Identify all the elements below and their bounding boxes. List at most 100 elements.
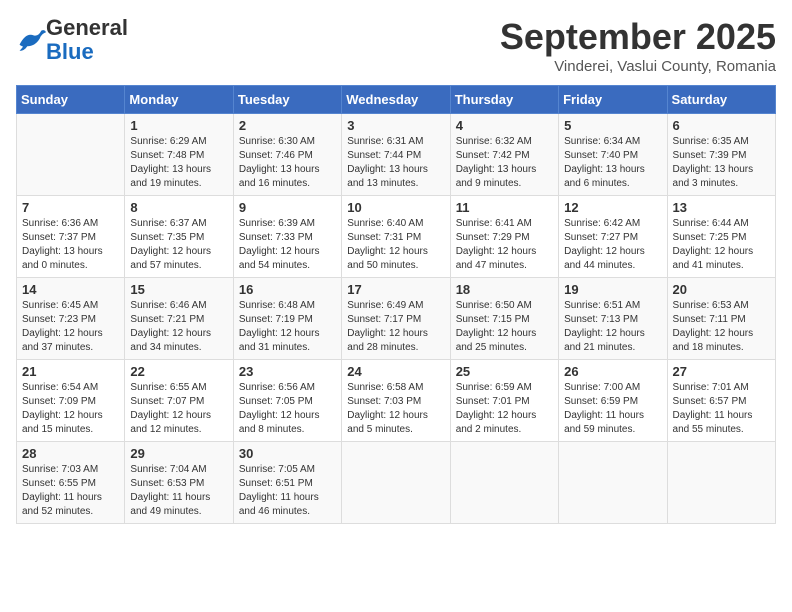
- day-detail: Sunrise: 6:46 AMSunset: 7:21 PMDaylight:…: [130, 299, 227, 355]
- day-number: 8: [130, 200, 227, 215]
- day-number: 13: [673, 200, 770, 215]
- day-number: 2: [239, 118, 336, 133]
- day-detail: Sunrise: 7:05 AMSunset: 6:51 PMDaylight:…: [239, 463, 336, 519]
- calendar-cell: 23Sunrise: 6:56 AMSunset: 7:05 PMDayligh…: [233, 360, 341, 442]
- calendar-cell: 30Sunrise: 7:05 AMSunset: 6:51 PMDayligh…: [233, 442, 341, 524]
- logo-blue: Blue: [46, 39, 94, 64]
- calendar-cell: 16Sunrise: 6:48 AMSunset: 7:19 PMDayligh…: [233, 278, 341, 360]
- day-detail: Sunrise: 6:30 AMSunset: 7:46 PMDaylight:…: [239, 135, 336, 191]
- calendar-cell: [450, 442, 558, 524]
- calendar-cell: 29Sunrise: 7:04 AMSunset: 6:53 PMDayligh…: [125, 442, 233, 524]
- day-detail: Sunrise: 6:49 AMSunset: 7:17 PMDaylight:…: [347, 299, 444, 355]
- day-detail: Sunrise: 6:37 AMSunset: 7:35 PMDaylight:…: [130, 217, 227, 273]
- page-header: General Blue September 2025 Vinderei, Va…: [16, 16, 776, 75]
- day-detail: Sunrise: 6:34 AMSunset: 7:40 PMDaylight:…: [564, 135, 661, 191]
- logo-general: General: [46, 15, 128, 40]
- calendar-week-row: 1Sunrise: 6:29 AMSunset: 7:48 PMDaylight…: [17, 114, 776, 196]
- weekday-header: Tuesday: [233, 86, 341, 114]
- calendar-cell: 7 Sunrise: 6:36 AMSunset: 7:37 PMDaylight…: [17, 196, 125, 278]
- day-detail: Sunrise: 7:03 AMSunset: 6:55 PMDaylight:…: [22, 463, 119, 519]
- day-number: 25: [456, 364, 553, 379]
- weekday-header: Sunday: [17, 86, 125, 114]
- calendar-title: September 2025: [500, 16, 776, 58]
- day-detail: Sunrise: 6:44 AMSunset: 7:25 PMDaylight:…: [673, 217, 770, 273]
- day-number: 23: [239, 364, 336, 379]
- calendar-cell: 3 Sunrise: 6:31 AMSunset: 7:44 PMDaylight…: [342, 114, 450, 196]
- title-block: September 2025 Vinderei, Vaslui County, …: [500, 16, 776, 75]
- calendar-cell: 18 Sunrise: 6:50 AMSunset: 7:15 PMDayligh…: [450, 278, 558, 360]
- day-number: 6: [673, 118, 770, 133]
- day-number: 18: [456, 282, 553, 297]
- day-number: 7: [22, 200, 119, 215]
- calendar-cell: 26 Sunrise: 7:00 AMSunset: 6:59 PMDayligh…: [559, 360, 667, 442]
- day-number: 19: [564, 282, 661, 297]
- calendar-cell: [17, 114, 125, 196]
- calendar-cell: 24 Sunrise: 6:58 AMSunset: 7:03 PMDayligh…: [342, 360, 450, 442]
- day-number: 28: [22, 446, 119, 461]
- day-detail: Sunrise: 6:55 AMSunset: 7:07 PMDaylight:…: [130, 381, 227, 437]
- day-detail: Sunrise: 6:32 AMSunset: 7:42 PMDaylight:…: [456, 135, 553, 191]
- day-number: 3: [347, 118, 444, 133]
- day-number: 20: [673, 282, 770, 297]
- day-detail: Sunrise: 6:36 AMSunset: 7:37 PMDaylight:…: [22, 217, 119, 273]
- day-detail: Sunrise: 6:54 AMSunset: 7:09 PMDaylight:…: [22, 381, 119, 437]
- calendar-cell: 11 Sunrise: 6:41 AMSunset: 7:29 PMDayligh…: [450, 196, 558, 278]
- calendar-cell: [559, 442, 667, 524]
- calendar-cell: 21Sunrise: 6:54 AMSunset: 7:09 PMDayligh…: [17, 360, 125, 442]
- calendar-cell: [342, 442, 450, 524]
- calendar-cell: 17 Sunrise: 6:49 AMSunset: 7:17 PMDayligh…: [342, 278, 450, 360]
- day-number: 5: [564, 118, 661, 133]
- calendar-cell: 19 Sunrise: 6:51 AMSunset: 7:13 PMDayligh…: [559, 278, 667, 360]
- calendar-cell: 1Sunrise: 6:29 AMSunset: 7:48 PMDaylight…: [125, 114, 233, 196]
- calendar-week-row: 28 Sunrise: 7:03 AMSunset: 6:55 PMDayligh…: [17, 442, 776, 524]
- day-detail: Sunrise: 6:41 AMSunset: 7:29 PMDaylight:…: [456, 217, 553, 273]
- calendar-subtitle: Vinderei, Vaslui County, Romania: [500, 58, 776, 75]
- weekday-header: Wednesday: [342, 86, 450, 114]
- calendar-cell: 27 Sunrise: 7:01 AMSunset: 6:57 PMDayligh…: [667, 360, 775, 442]
- weekday-header: Friday: [559, 86, 667, 114]
- day-number: 24: [347, 364, 444, 379]
- day-number: 26: [564, 364, 661, 379]
- day-number: 15: [130, 282, 227, 297]
- calendar-cell: 20Sunrise: 6:53 AMSunset: 7:11 PMDayligh…: [667, 278, 775, 360]
- day-detail: Sunrise: 7:00 AMSunset: 6:59 PMDaylight:…: [564, 381, 661, 437]
- calendar-cell: 9 Sunrise: 6:39 AMSunset: 7:33 PMDaylight…: [233, 196, 341, 278]
- day-detail: Sunrise: 6:50 AMSunset: 7:15 PMDaylight:…: [456, 299, 553, 355]
- day-detail: Sunrise: 7:01 AMSunset: 6:57 PMDaylight:…: [673, 381, 770, 437]
- day-detail: Sunrise: 6:39 AMSunset: 7:33 PMDaylight:…: [239, 217, 336, 273]
- calendar-week-row: 14Sunrise: 6:45 AMSunset: 7:23 PMDayligh…: [17, 278, 776, 360]
- day-detail: Sunrise: 6:58 AMSunset: 7:03 PMDaylight:…: [347, 381, 444, 437]
- calendar-cell: 2 Sunrise: 6:30 AMSunset: 7:46 PMDaylight…: [233, 114, 341, 196]
- day-detail: Sunrise: 6:42 AMSunset: 7:27 PMDaylight:…: [564, 217, 661, 273]
- day-number: 27: [673, 364, 770, 379]
- calendar-cell: 6Sunrise: 6:35 AMSunset: 7:39 PMDaylight…: [667, 114, 775, 196]
- calendar-cell: 12 Sunrise: 6:42 AMSunset: 7:27 PMDayligh…: [559, 196, 667, 278]
- day-detail: Sunrise: 6:31 AMSunset: 7:44 PMDaylight:…: [347, 135, 444, 191]
- day-detail: Sunrise: 6:51 AMSunset: 7:13 PMDaylight:…: [564, 299, 661, 355]
- day-number: 4: [456, 118, 553, 133]
- calendar-cell: 25 Sunrise: 6:59 AMSunset: 7:01 PMDayligh…: [450, 360, 558, 442]
- day-number: 17: [347, 282, 444, 297]
- calendar-cell: 5 Sunrise: 6:34 AMSunset: 7:40 PMDaylight…: [559, 114, 667, 196]
- day-detail: Sunrise: 6:40 AMSunset: 7:31 PMDaylight:…: [347, 217, 444, 273]
- calendar-cell: 13 Sunrise: 6:44 AMSunset: 7:25 PMDayligh…: [667, 196, 775, 278]
- calendar-cell: 4 Sunrise: 6:32 AMSunset: 7:42 PMDaylight…: [450, 114, 558, 196]
- day-number: 11: [456, 200, 553, 215]
- calendar-cell: 14Sunrise: 6:45 AMSunset: 7:23 PMDayligh…: [17, 278, 125, 360]
- calendar-cell: 8 Sunrise: 6:37 AMSunset: 7:35 PMDaylight…: [125, 196, 233, 278]
- weekday-header: Thursday: [450, 86, 558, 114]
- day-detail: Sunrise: 6:59 AMSunset: 7:01 PMDaylight:…: [456, 381, 553, 437]
- calendar-table: SundayMondayTuesdayWednesdayThursdayFrid…: [16, 85, 776, 524]
- day-number: 22: [130, 364, 227, 379]
- calendar-week-row: 7 Sunrise: 6:36 AMSunset: 7:37 PMDaylight…: [17, 196, 776, 278]
- day-number: 10: [347, 200, 444, 215]
- day-number: 9: [239, 200, 336, 215]
- day-number: 12: [564, 200, 661, 215]
- weekday-header-row: SundayMondayTuesdayWednesdayThursdayFrid…: [17, 86, 776, 114]
- day-number: 29: [130, 446, 227, 461]
- day-detail: Sunrise: 6:29 AMSunset: 7:48 PMDaylight:…: [130, 135, 227, 191]
- weekday-header: Monday: [125, 86, 233, 114]
- logo-text: General Blue: [46, 16, 128, 64]
- weekday-header: Saturday: [667, 86, 775, 114]
- day-detail: Sunrise: 6:48 AMSunset: 7:19 PMDaylight:…: [239, 299, 336, 355]
